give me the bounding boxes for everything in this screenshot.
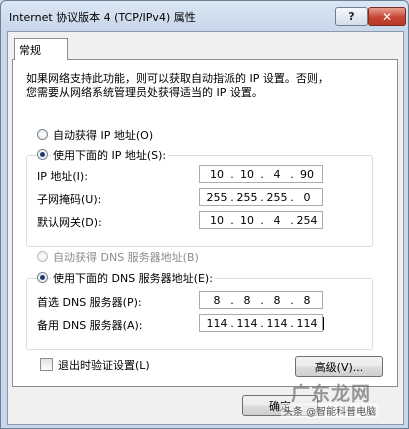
ok-button-label: 确定 — [269, 399, 291, 413]
ok-button[interactable]: 确定 — [242, 395, 318, 416]
auto-ip-label[interactable]: 自动获得 IP 地址(O) — [53, 127, 153, 143]
default-gateway-label: 默认网关(D): — [37, 216, 102, 229]
tab-general-label: 常规 — [19, 44, 41, 57]
advanced-button[interactable]: 高级(V)... — [295, 356, 383, 377]
validate-on-exit-label[interactable]: 退出时验证设置(L) — [58, 357, 150, 373]
text-caret — [323, 317, 324, 330]
close-icon: ✕ — [381, 9, 393, 24]
tab-general[interactable]: 常规 — [14, 38, 68, 60]
help-icon: ? — [348, 10, 355, 23]
ip-address-field[interactable]: 10 . 10 . 4 . 90 — [199, 165, 323, 183]
subnet-mask-field[interactable]: 255 . 255 . 255 . 0 — [199, 188, 323, 206]
description-line-2: 您需要从网络系统管理员处获得适当的 IP 设置。 — [26, 86, 263, 99]
manual-ip-radio[interactable] — [37, 149, 48, 160]
title-bar[interactable]: Internet 协议版本 4 (TCP/IPv4) 属性 ? ✕ — [1, 1, 408, 29]
auto-dns-label[interactable]: 自动获得 DNS 服务器地址(B) — [53, 249, 199, 265]
auto-dns-radio[interactable] — [37, 251, 48, 262]
alternate-dns-label: 备用 DNS 服务器(A): — [37, 319, 143, 332]
tab-panel-general: 如果网络支持此功能，则可以获取自动指派的 IP 设置。否则， 您需要从网络系统管… — [12, 59, 398, 387]
ip-address-label: IP 地址(I): — [37, 170, 88, 183]
subnet-mask-label: 子网掩码(U): — [37, 193, 102, 206]
validate-on-exit-checkbox[interactable] — [40, 358, 53, 371]
close-button[interactable]: ✕ — [368, 7, 406, 26]
preferred-dns-label: 首选 DNS 服务器(P): — [37, 296, 142, 309]
manual-dns-radio[interactable] — [37, 272, 48, 283]
alternate-dns-field[interactable]: 114 . 114 . 114 . 114 — [199, 314, 324, 332]
preferred-dns-field[interactable]: 8 . 8 . 8 . 8 — [199, 291, 323, 309]
description-line-1: 如果网络支持此功能，则可以获取自动指派的 IP 设置。否则， — [26, 72, 329, 85]
advanced-button-label: 高级(V)... — [314, 360, 364, 374]
manual-dns-label[interactable]: 使用下面的 DNS 服务器地址(E): — [51, 270, 215, 286]
default-gateway-field[interactable]: 10 . 10 . 4 . 254 — [199, 211, 323, 229]
auto-ip-radio[interactable] — [37, 129, 48, 140]
window-title: Internet 协议版本 4 (TCP/IPv4) 属性 — [9, 11, 196, 24]
manual-ip-label[interactable]: 使用下面的 IP 地址(S): — [51, 147, 169, 163]
dialog-window: Internet 协议版本 4 (TCP/IPv4) 属性 ? ✕ 常规 如果网… — [0, 0, 409, 429]
help-button[interactable]: ? — [335, 7, 368, 26]
dialog-client-area: 常规 如果网络支持此功能，则可以获取自动指派的 IP 设置。否则， 您需要从网络… — [7, 31, 404, 425]
